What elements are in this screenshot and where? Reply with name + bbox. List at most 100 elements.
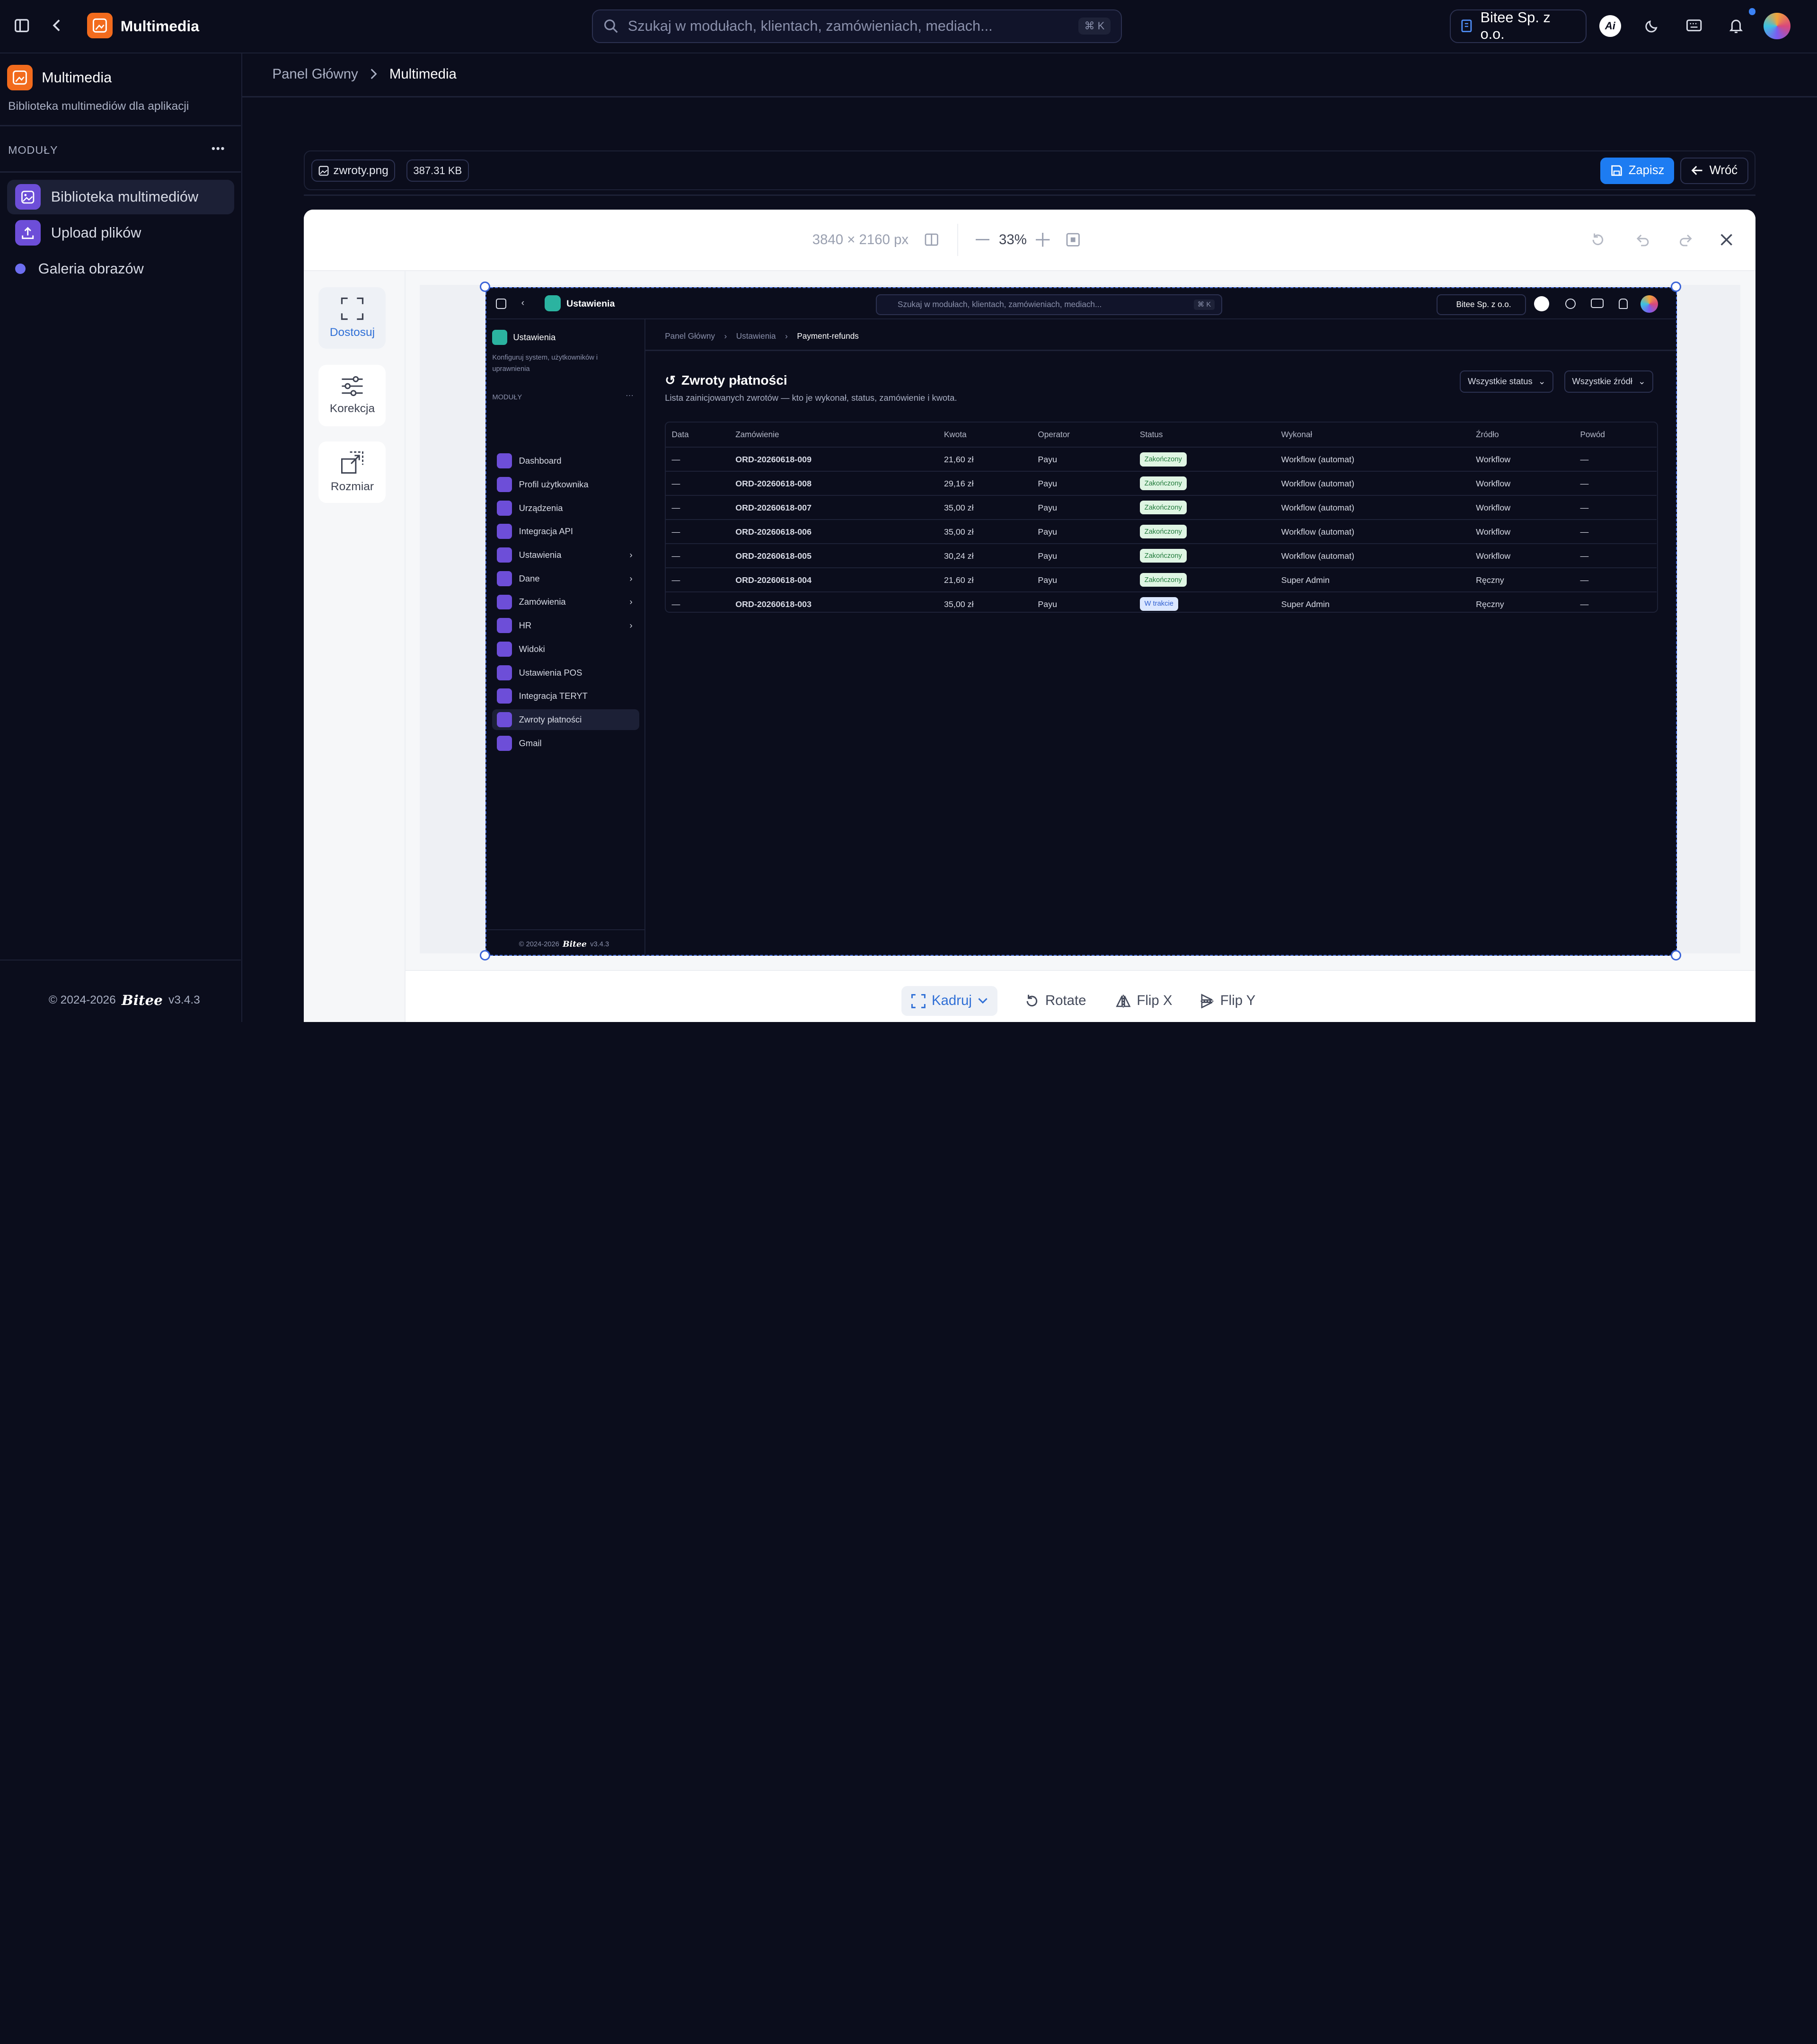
tool-korekcja[interactable]: Korekcja	[318, 365, 386, 427]
sidebar-toggle-icon[interactable]	[11, 15, 32, 36]
image-icon	[318, 166, 328, 176]
crop-handle-top-left[interactable]	[479, 282, 490, 292]
preview-cell-amount: 21,60 zł	[944, 455, 974, 465]
preview-nav-label: Urządzenia	[519, 502, 563, 513]
back-chevron-icon[interactable]	[47, 15, 66, 36]
preview-cell-order: ORD-20260618-006	[735, 527, 812, 537]
preview-column-header: Operator	[1038, 429, 1070, 439]
preview-cell-source: Workflow	[1476, 527, 1511, 537]
preview-bell-icon	[1618, 299, 1628, 309]
app-root: Multimedia Szukaj w modułach, klientach,…	[0, 0, 1817, 1022]
preview-nav-icon	[497, 500, 512, 516]
preview-nav-item: Dane ›	[492, 568, 639, 589]
chevron-down-icon: ⌄	[1638, 376, 1646, 387]
compare-icon[interactable]	[921, 230, 942, 249]
more-options-icon[interactable]	[209, 141, 227, 155]
sidebar: Multimedia Biblioteka multimediów dla ap…	[0, 53, 242, 1022]
undo-icon[interactable]	[1633, 230, 1651, 249]
flip-x-icon	[1116, 994, 1131, 1007]
preview-nav-label: Ustawienia POS	[519, 667, 582, 678]
ai-icon[interactable]: Ai	[1599, 15, 1622, 37]
preview-app-title: Ustawienia	[566, 299, 615, 309]
chevron-right-icon: ›	[629, 573, 633, 583]
preview-footer-brand: Bitee	[563, 939, 587, 949]
module-description: Biblioteka multimediów dla aplikacji	[8, 99, 189, 113]
sidebar-item-label: Galeria obrazów	[38, 260, 144, 277]
preview-image[interactable]: ‹ Ustawienia Szukaj w modułach, klientac…	[485, 287, 1677, 956]
preview-nav-label: Zamówienia	[519, 597, 566, 607]
save-button[interactable]: Zapisz	[1600, 157, 1675, 184]
preview-cell-source: Workflow	[1476, 502, 1511, 512]
tool-rozmiar[interactable]: Rozmiar	[318, 441, 386, 503]
bell-icon[interactable]	[1726, 8, 1756, 36]
keyboard-icon[interactable]	[1684, 15, 1704, 36]
preview-table-row: — ORD-20260618-003 35,00 zł Payu W trakcie Su…	[666, 591, 1657, 616]
dot-icon	[15, 264, 26, 274]
fit-screen-icon[interactable]	[1064, 230, 1082, 249]
preview-cell-operator: Payu	[1038, 551, 1058, 561]
preview-filter-source-label: Wszystkie źródł	[1572, 376, 1632, 387]
breadcrumb-root[interactable]: Panel Główny	[273, 66, 358, 82]
zoom-in-icon[interactable]	[1033, 230, 1052, 249]
sidebar-item-galeria[interactable]: Galeria obrazów	[7, 251, 234, 286]
preview-cell-order: ORD-20260618-009	[735, 455, 812, 465]
flip-y-button[interactable]: Flip Y	[1190, 986, 1265, 1016]
preview-nav-icon	[497, 571, 512, 586]
preview-nav-item: Dashboard	[492, 450, 639, 471]
preview-module-title: Ustawienia	[513, 332, 556, 343]
preview-cell-by: Workflow (automat)	[1281, 551, 1355, 561]
preview-column-header: Data	[671, 429, 689, 439]
avatar[interactable]	[1764, 12, 1791, 40]
close-icon[interactable]	[1717, 230, 1736, 249]
company-switcher[interactable]: Bitee Sp. z o.o.	[1449, 9, 1587, 43]
zoom-out-icon[interactable]	[973, 230, 992, 249]
preview-avatar	[1641, 295, 1658, 313]
preview-cell-reason: —	[1580, 527, 1589, 537]
sidebar-item-biblioteka[interactable]: Biblioteka multimediów	[7, 179, 234, 215]
crop-handle-bottom-right[interactable]	[1671, 950, 1682, 961]
file-size-chip: 387.31 KB	[406, 159, 469, 182]
preview-moon-icon	[1565, 299, 1576, 309]
redo-icon[interactable]	[1677, 230, 1695, 249]
chevron-right-icon	[370, 69, 377, 79]
tool-dostosuj[interactable]: Dostosuj	[318, 287, 386, 349]
status-badge: Zakończony	[1139, 573, 1187, 587]
preview-footer-copy: © 2024-2026	[519, 940, 559, 948]
reset-icon[interactable]	[1589, 230, 1607, 249]
preview-nav-icon	[497, 524, 512, 539]
crop-handle-bottom-left[interactable]	[479, 950, 490, 961]
footer-copyright: © 2024-2026	[48, 993, 116, 1006]
global-search-input[interactable]: Szukaj w modułach, klientach, zamówienia…	[592, 9, 1122, 43]
breadcrumb: Panel Główny Multimedia	[273, 66, 457, 82]
sidebar-item-upload[interactable]: Upload plików	[7, 216, 234, 250]
back-button[interactable]: Wróć	[1680, 157, 1749, 184]
preview-table-row: — ORD-20260618-006 35,00 zł Payu Zakończony W…	[666, 519, 1657, 543]
preview-filter-status: Wszystkie status ⌄	[1460, 370, 1553, 393]
preview-footer: © 2024-2026 Bitee v3.4.3	[519, 940, 609, 949]
preview-cell-amount: 30,24 zł	[944, 551, 974, 561]
flip-y-label: Flip Y	[1220, 993, 1256, 1009]
editor-bottom-bar: Kadruj Rotate Flip X Flip Y	[406, 969, 1756, 1022]
flip-x-button[interactable]: Flip X	[1107, 986, 1182, 1016]
crop-label: Kadruj	[931, 993, 972, 1009]
chevron-right-icon: ›	[785, 331, 788, 341]
preview-nav-icon	[497, 712, 512, 727]
preview-cell-date: —	[671, 551, 680, 561]
preview-cell-date: —	[671, 479, 680, 488]
preview-cell-source: Workflow	[1476, 479, 1511, 488]
preview-top-bar: ‹ Ustawienia Szukaj w modułach, klientac…	[486, 288, 1676, 320]
preview-cell-date: —	[671, 575, 680, 585]
preview-nav-icon	[497, 688, 512, 704]
zoom-level: 33%	[999, 231, 1027, 247]
divider	[0, 171, 241, 173]
file-name-chip: zwroty.png	[311, 159, 396, 182]
rotate-button[interactable]: Rotate	[1015, 986, 1095, 1016]
preview-more-icon: ···	[625, 390, 634, 400]
image-dimensions: 3840 × 2160 px	[812, 231, 909, 247]
preview-column-header: Wykonał	[1281, 429, 1313, 439]
preview-cell-date: —	[671, 455, 680, 465]
moon-icon[interactable]	[1642, 15, 1663, 36]
sidebar-item-label: Upload plików	[51, 224, 141, 241]
divider	[645, 350, 1676, 351]
crop-button[interactable]: Kadruj	[901, 986, 997, 1016]
